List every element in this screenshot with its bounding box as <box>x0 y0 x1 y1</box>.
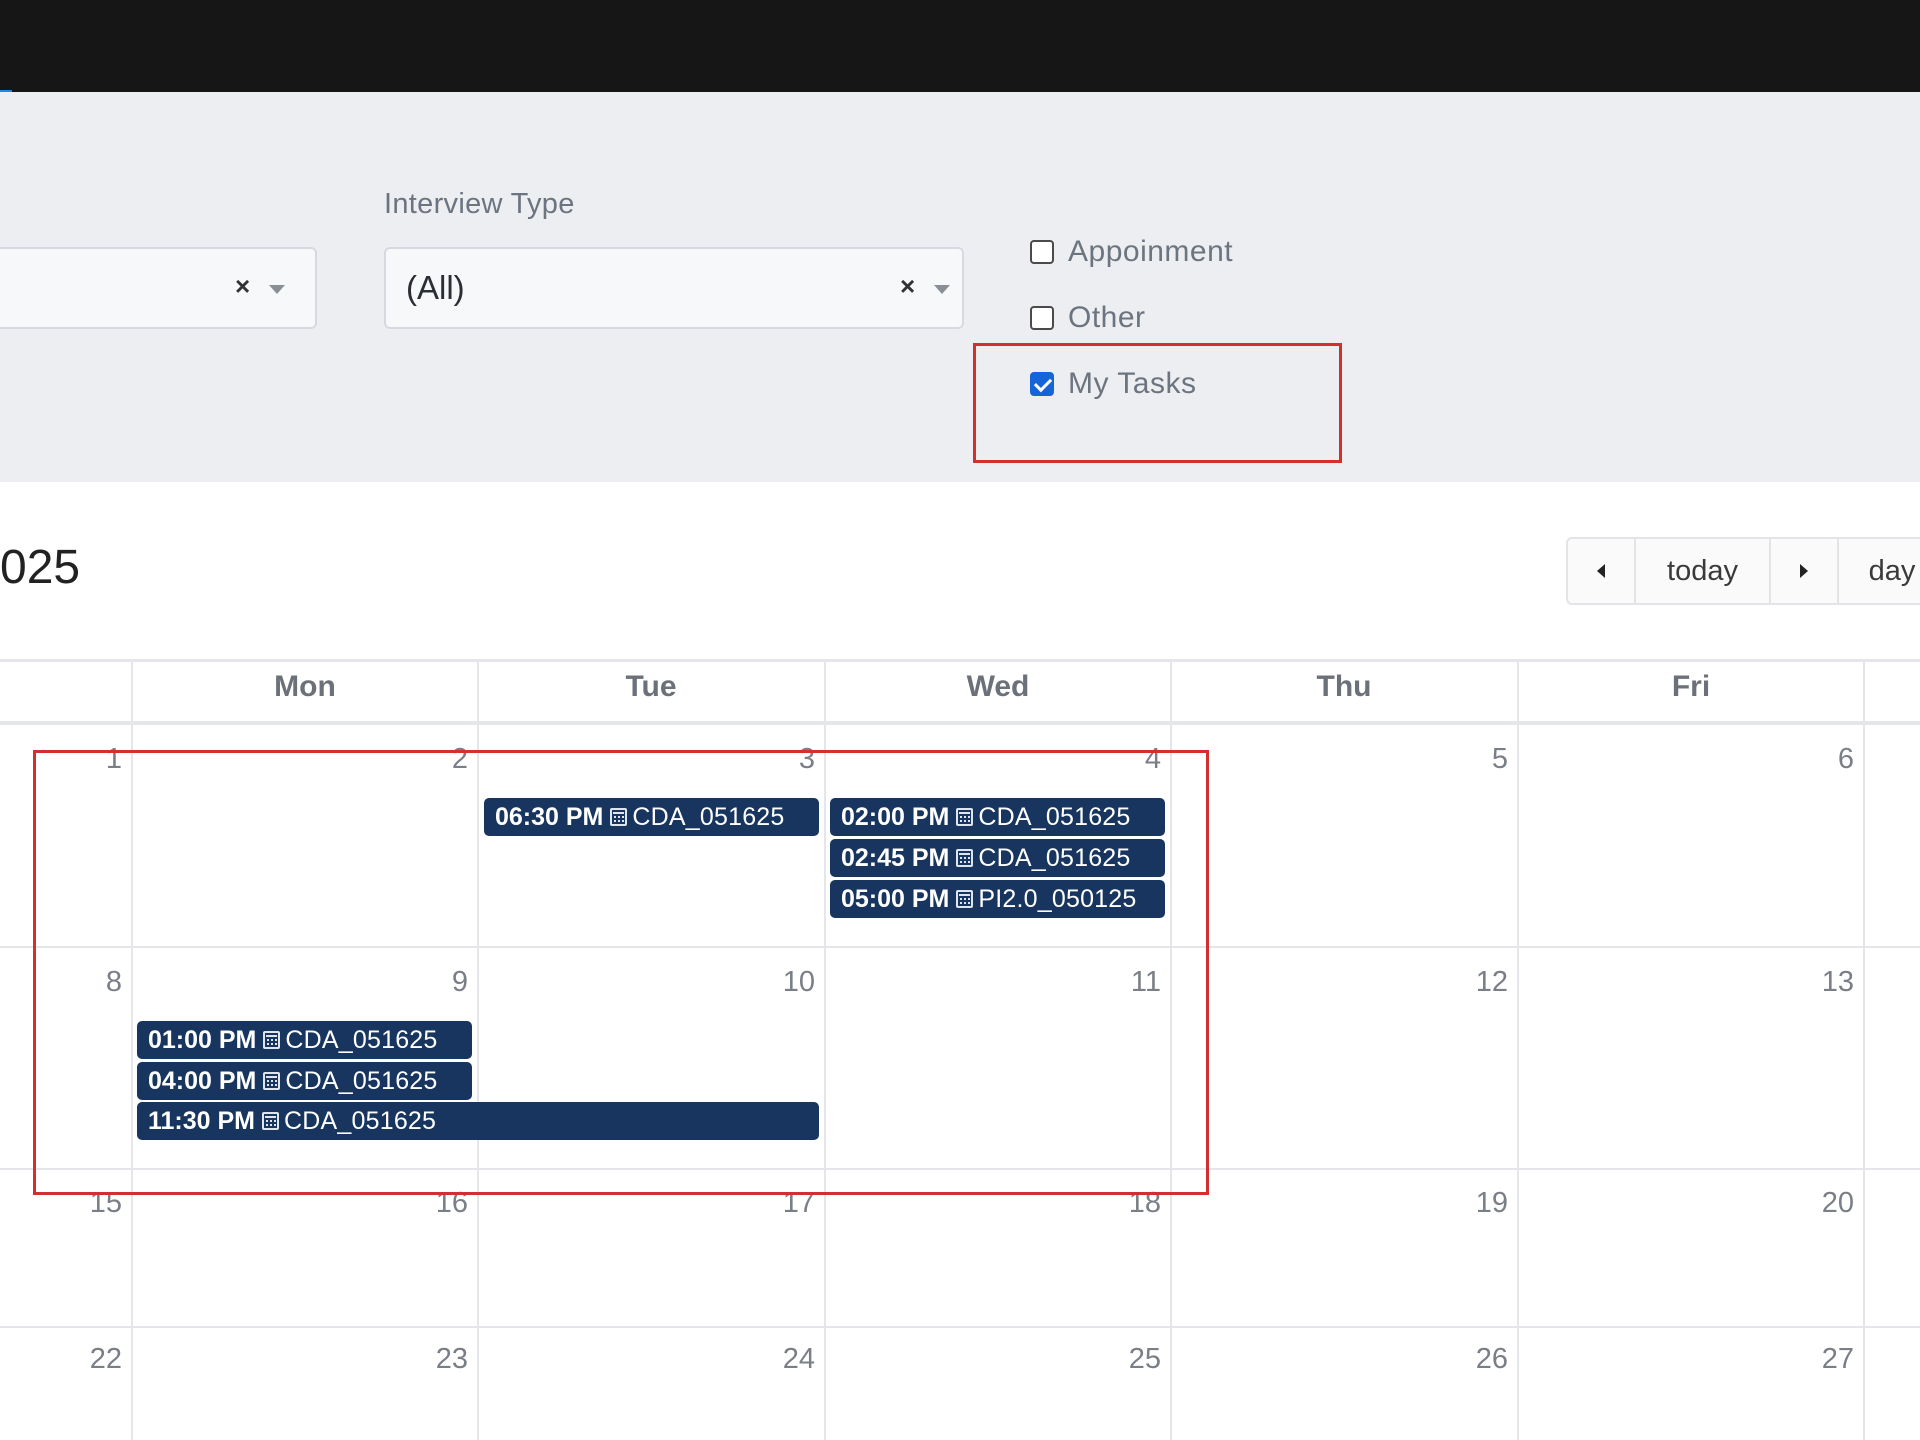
column-divider <box>477 660 479 1440</box>
event-time: 01:00 PM <box>148 1025 257 1054</box>
column-divider <box>131 660 133 1440</box>
event-time: 06:30 PM <box>495 802 604 831</box>
event-title: CDA_051625 <box>285 1025 438 1054</box>
calendar-event[interactable]: 02:45 PM CDA_051625 <box>830 839 1165 877</box>
day-number[interactable]: 11 <box>1101 966 1161 999</box>
day-number[interactable]: 1 <box>62 743 122 776</box>
appointment-checkbox[interactable] <box>1030 240 1054 264</box>
event-title: CDA_051625 <box>285 1066 438 1095</box>
day-number[interactable]: 24 <box>755 1343 815 1376</box>
day-number[interactable]: 10 <box>755 966 815 999</box>
interview-type-select[interactable]: (All) × <box>384 247 964 329</box>
next-button[interactable] <box>1769 537 1839 605</box>
event-time: 02:00 PM <box>841 802 950 831</box>
calendar-icon <box>263 1072 281 1090</box>
calendar-title: 025 <box>0 541 81 594</box>
calendar-toolbar: today day <box>1566 537 1920 605</box>
day-number[interactable]: 5 <box>1448 743 1508 776</box>
day-number[interactable]: 25 <box>1101 1343 1161 1376</box>
event-time: 02:45 PM <box>841 843 950 872</box>
day-number[interactable]: 6 <box>1794 743 1854 776</box>
calendar-icon <box>956 808 974 826</box>
calendar-event[interactable]: 02:00 PM CDA_051625 <box>830 798 1165 836</box>
left-filter-select[interactable]: × <box>0 247 317 329</box>
my-tasks-checkbox-label[interactable]: My Tasks <box>1068 367 1196 401</box>
caret-right-icon <box>1800 564 1808 578</box>
calendar-icon <box>956 890 974 908</box>
calendar-icon <box>262 1112 280 1130</box>
grid-top-border <box>0 659 1920 662</box>
column-divider <box>824 660 826 1440</box>
left-filter-clear-icon[interactable]: × <box>235 270 250 302</box>
day-number[interactable]: 26 <box>1448 1343 1508 1376</box>
my-tasks-checkbox[interactable] <box>1030 372 1054 396</box>
calendar-icon <box>956 849 974 867</box>
weekday-header-tue: Tue <box>625 670 677 703</box>
event-time: 04:00 PM <box>148 1066 257 1095</box>
calendar-event[interactable]: 01:00 PM CDA_051625 <box>137 1021 472 1059</box>
weekday-header-thu: Thu <box>1316 670 1372 703</box>
week-divider <box>0 1326 1920 1328</box>
event-title: PI2.0_050125 <box>978 884 1137 913</box>
day-number[interactable]: 15 <box>62 1187 122 1220</box>
checkbox-my-tasks-row[interactable]: My Tasks <box>1030 364 1196 404</box>
event-time: 11:30 PM <box>148 1106 256 1135</box>
appointment-checkbox-label[interactable]: Appoinment <box>1068 235 1233 269</box>
day-number[interactable]: 18 <box>1101 1187 1161 1220</box>
interview-type-clear-icon[interactable]: × <box>900 270 915 302</box>
week-divider <box>0 946 1920 948</box>
day-number[interactable]: 19 <box>1448 1187 1508 1220</box>
interview-type-dropdown-icon[interactable] <box>934 285 950 294</box>
day-number[interactable]: 23 <box>408 1343 468 1376</box>
event-title: CDA_051625 <box>284 1106 437 1135</box>
today-button[interactable]: today <box>1634 537 1771 605</box>
interview-type-label: Interview Type <box>384 188 575 220</box>
calendar-event[interactable]: 11:30 PM CDA_051625 <box>137 1102 819 1140</box>
app-root: × Interview Type (All) × Appoinment Othe… <box>0 0 1920 1440</box>
day-number[interactable]: 2 <box>408 743 468 776</box>
event-time: 05:00 PM <box>841 884 950 913</box>
calendar-event[interactable]: 05:00 PM PI2.0_050125 <box>830 880 1165 918</box>
day-number[interactable]: 9 <box>408 966 468 999</box>
interview-type-value: (All) <box>406 269 465 306</box>
checkbox-appointment-row[interactable]: Appoinment <box>1030 232 1233 272</box>
caret-left-icon <box>1597 564 1605 578</box>
day-number[interactable]: 12 <box>1448 966 1508 999</box>
header-bottom-border <box>0 721 1920 725</box>
day-number[interactable]: 20 <box>1794 1187 1854 1220</box>
week-divider <box>0 1168 1920 1170</box>
weekday-header-wed: Wed <box>966 670 1030 703</box>
other-checkbox-label[interactable]: Other <box>1068 301 1146 335</box>
day-number[interactable]: 16 <box>408 1187 468 1220</box>
other-checkbox[interactable] <box>1030 306 1054 330</box>
calendar-event[interactable]: 06:30 PM CDA_051625 <box>484 798 819 836</box>
calendar-icon <box>610 808 628 826</box>
calendar-event[interactable]: 04:00 PM CDA_051625 <box>137 1062 472 1100</box>
day-number[interactable]: 17 <box>755 1187 815 1220</box>
weekday-header-fri: Fri <box>1671 670 1711 703</box>
day-number[interactable]: 22 <box>62 1343 122 1376</box>
event-title: CDA_051625 <box>632 802 785 831</box>
calendar-icon <box>263 1031 281 1049</box>
event-title: CDA_051625 <box>978 843 1131 872</box>
day-number[interactable]: 27 <box>1794 1343 1854 1376</box>
column-divider <box>1517 660 1519 1440</box>
top-bar <box>0 0 1920 92</box>
column-divider <box>1863 660 1865 1440</box>
event-title: CDA_051625 <box>978 802 1131 831</box>
prev-button[interactable] <box>1566 537 1636 605</box>
day-number[interactable]: 8 <box>62 966 122 999</box>
day-number[interactable]: 4 <box>1101 743 1161 776</box>
day-number[interactable]: 13 <box>1794 966 1854 999</box>
column-divider <box>1170 660 1172 1440</box>
day-view-button[interactable]: day <box>1837 537 1920 605</box>
checkbox-other-row[interactable]: Other <box>1030 298 1146 338</box>
weekday-header-mon: Mon <box>274 670 336 703</box>
day-number[interactable]: 3 <box>755 743 815 776</box>
left-filter-dropdown-icon[interactable] <box>269 285 285 294</box>
